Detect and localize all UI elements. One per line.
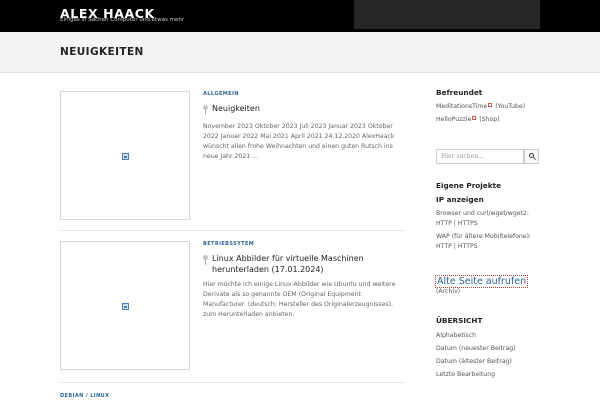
sidebar-projects: Eigene Projekte IP anzeigen Browser und … (436, 181, 546, 252)
pin-icon (203, 105, 209, 117)
wap-http-link[interactable]: HTTP (436, 243, 452, 250)
overview-item-oldest[interactable]: Datum (ältester Beitrag) (436, 357, 546, 366)
projects-heading: Eigene Projekte (436, 181, 502, 190)
old-site-note: (Archiv) (436, 288, 461, 295)
friend-link-meditationstime: MeditationsTime (YouTube) (436, 102, 546, 111)
overview-heading: ÜBERSICHT (436, 316, 483, 325)
overview-item-alphabetisch[interactable]: Alphabetisch (436, 331, 546, 340)
site-header: ALEX HAACK Einiges in Sachen Computer un… (0, 0, 600, 32)
post-category: DEBIAN / LINUX (60, 393, 109, 399)
wap-text: WAP (für ältere Mobiltelefone): (436, 233, 532, 240)
sidebar-old-site: Alte Seite aufrufen (Archiv) (434, 275, 546, 296)
wap-https-link[interactable]: HTTPS (458, 243, 478, 250)
external-link-icon (472, 116, 477, 120)
old-site-link[interactable]: Alte Seite aufrufen (434, 275, 529, 288)
pin-icon (203, 255, 209, 267)
external-link-icon (488, 103, 493, 107)
overview-item-last-edit[interactable]: Letzte Bearbeitung (436, 370, 546, 379)
wap-line: WAP (für ältere Mobiltelefone): HTTP | H… (436, 232, 546, 252)
friend-link-hellopuzzle: HelloPuzzle (Shop) (436, 115, 546, 124)
browser-text: Browser und curl/wget/wget2: (436, 210, 529, 217)
post-item: BETRIEBSSYTEM Linux Abbilder für virtuel… (60, 241, 405, 371)
post-title[interactable]: Neuigkeiten (212, 103, 260, 114)
befreundet-heading: Befreundet (436, 88, 483, 97)
browser-http-link[interactable]: HTTP (436, 220, 452, 227)
ip-heading[interactable]: IP anzeigen (436, 195, 546, 204)
post-excerpt: Hier möchte ich einige Linux-Abbilder wi… (203, 281, 396, 318)
search-form: Hier suchen... (436, 149, 539, 164)
post-category[interactable]: BETRIEBSSYTEM (203, 241, 405, 247)
search-input[interactable]: Hier suchen... (436, 149, 524, 164)
post-separator (60, 230, 405, 231)
post-thumbnail[interactable] (60, 241, 190, 370)
broken-image-icon (122, 303, 129, 310)
post-title[interactable]: Linux Abbilder für virtuelle Maschinen h… (212, 253, 405, 275)
header-banner-area (354, 0, 540, 29)
search-icon-handle (533, 157, 536, 160)
sidebar: Befreundet MeditationsTime (YouTube) Hel… (436, 88, 546, 124)
page-header: NEUIGKEITEN (0, 32, 600, 73)
meditationstime-link[interactable]: MeditationsTime (436, 103, 487, 110)
browser-line: Browser und curl/wget/wget2: HTTP | HTTP… (436, 209, 546, 229)
hellopuzzle-link[interactable]: HelloPuzzle (436, 116, 471, 123)
browser-https-link[interactable]: HTTPS (458, 220, 478, 227)
category-linux[interactable]: LINUX (90, 393, 109, 399)
sidebar-overview: ÜBERSICHT Alphabetisch Datum (neuester B… (436, 316, 546, 379)
overview-item-newest[interactable]: Datum (neuester Beitrag) (436, 344, 546, 353)
category-debian[interactable]: DEBIAN (60, 393, 84, 399)
search-button[interactable] (524, 149, 539, 164)
hellopuzzle-note: (Shop) (479, 116, 500, 123)
meditationstime-note: (YouTube) (495, 103, 526, 110)
site-tagline: Einiges in Sachen Computer und etwas meh… (60, 17, 185, 23)
post-item: ALLGEMEIN Neuigkeiten November 2023 Okto… (60, 91, 405, 221)
post-item: DEBIAN / LINUX (60, 393, 405, 400)
post-excerpt: November 2023 Oktober 2023 Juli 2023 Jan… (203, 123, 395, 160)
post-separator (60, 382, 405, 383)
post-category[interactable]: ALLGEMEIN (203, 91, 405, 97)
post-thumbnail[interactable] (60, 91, 190, 220)
broken-image-icon (122, 153, 129, 160)
page-title: NEUIGKEITEN (60, 46, 144, 58)
